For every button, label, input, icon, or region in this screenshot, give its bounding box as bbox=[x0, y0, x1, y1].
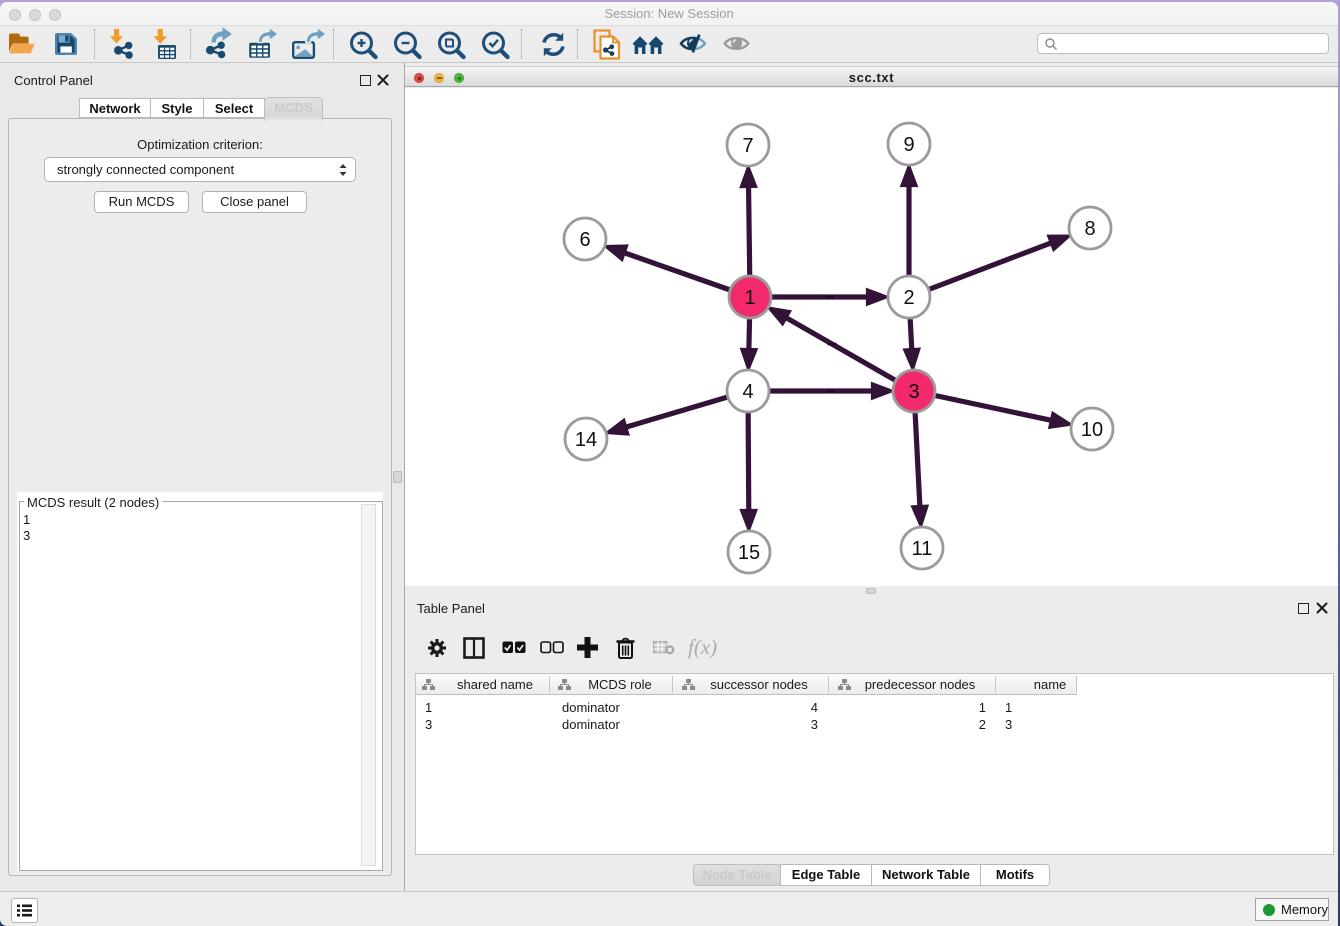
svg-text:shared name: shared name bbox=[457, 677, 533, 692]
svg-text:11: 11 bbox=[912, 538, 933, 560]
svg-text:6: 6 bbox=[579, 229, 590, 251]
svg-text:MCDS role: MCDS role bbox=[588, 677, 652, 692]
svg-text:1: 1 bbox=[744, 287, 755, 309]
svg-text:2: 2 bbox=[903, 287, 914, 309]
svg-text:7: 7 bbox=[742, 135, 753, 157]
svg-text:9: 9 bbox=[903, 134, 914, 156]
svg-text:14: 14 bbox=[575, 429, 597, 451]
svg-text:3: 3 bbox=[908, 381, 919, 403]
svg-text:10: 10 bbox=[1081, 419, 1103, 441]
svg-text:successor nodes: successor nodes bbox=[710, 677, 808, 692]
svg-text:15: 15 bbox=[738, 542, 760, 564]
svg-text:predecessor nodes: predecessor nodes bbox=[865, 677, 976, 692]
svg-text:8: 8 bbox=[1084, 218, 1095, 240]
svg-text:4: 4 bbox=[742, 381, 753, 403]
svg-text:name: name bbox=[1034, 677, 1067, 692]
